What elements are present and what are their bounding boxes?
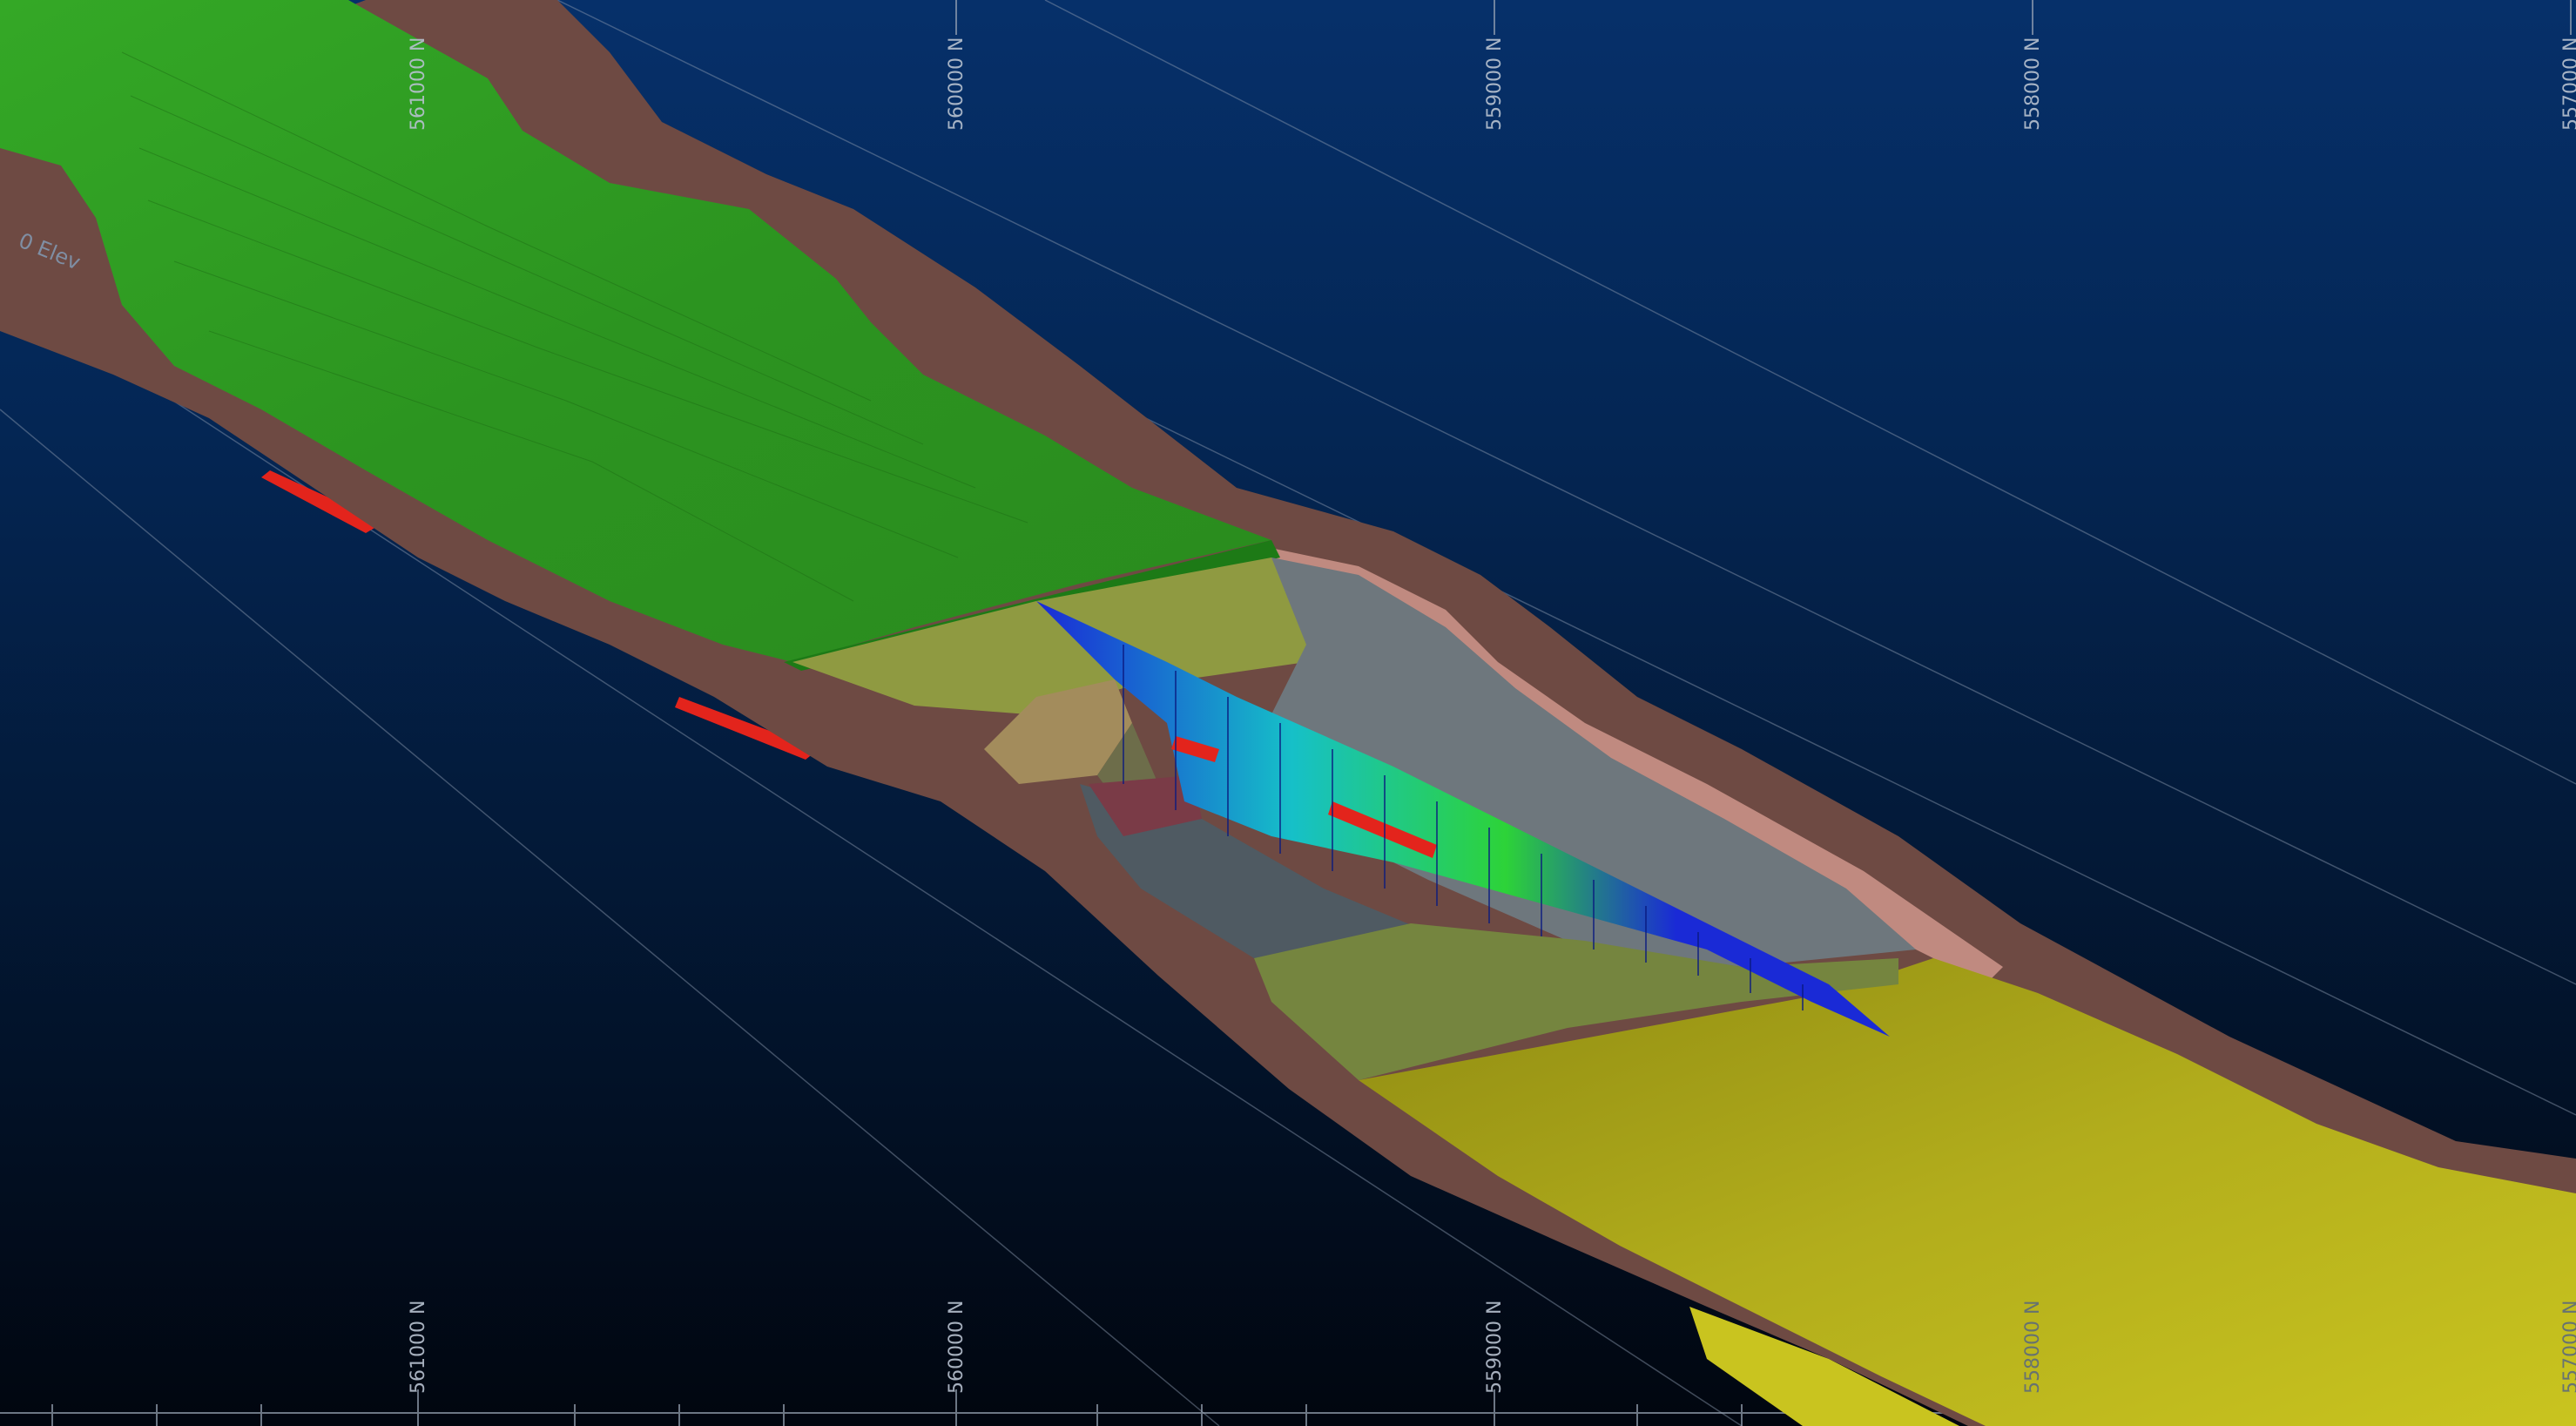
grid-label-bottom-560000: 560000 N (946, 1300, 968, 1394)
top-ticks (417, 0, 2572, 35)
grid-label-bottom-559000: 559000 N (1484, 1300, 1506, 1394)
3d-viewport[interactable]: 561000 N 560000 N 559000 N 558000 N 5570… (0, 0, 2576, 1426)
grid-label-top-561000: 561000 N (408, 37, 429, 131)
grid-label-bottom-561000: 561000 N (408, 1300, 429, 1394)
grid-label-top-558000: 558000 N (2022, 37, 2044, 131)
grid-label-top-559000: 559000 N (1484, 37, 1506, 131)
grid-label-top-557000: 557000 N (2560, 37, 2576, 131)
grid-label-top-560000: 560000 N (946, 37, 968, 131)
grid-label-bottom-558000: 558000 N (2022, 1300, 2044, 1394)
grid-label-bottom-557000: 557000 N (2560, 1301, 2576, 1394)
geology-scene (0, 0, 2576, 1426)
